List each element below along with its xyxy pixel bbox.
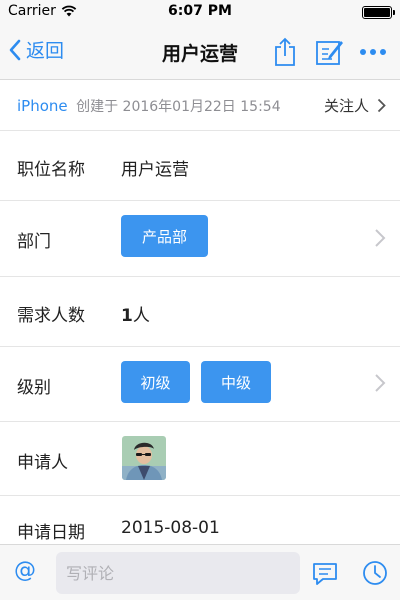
compose-button[interactable] xyxy=(314,36,344,68)
position-label: 职位名称 xyxy=(17,160,85,180)
creation-info-row: iPhone 创建于 2016年01月22日 15:54 关注人 xyxy=(0,80,400,131)
level-tag-junior[interactable]: 初级 xyxy=(121,361,190,403)
battery-fill xyxy=(364,8,390,17)
avatar-image xyxy=(122,436,166,480)
back-label: 返回 xyxy=(26,40,65,62)
nav-bar: 返回 用户运营 xyxy=(0,24,400,80)
created-timestamp: 创建于 2016年01月22日 15:54 xyxy=(76,99,281,115)
department-label: 部门 xyxy=(17,232,51,252)
chevron-right-icon xyxy=(375,229,386,247)
headcount-unit: 人 xyxy=(132,306,150,326)
more-button[interactable] xyxy=(358,36,388,68)
followers-button[interactable]: 关注人 xyxy=(324,95,386,116)
apply-date-value: 2015-08-01 xyxy=(121,518,220,538)
headcount-row: 需求人数 1人 xyxy=(0,277,400,347)
level-row[interactable]: 级别 初级 中级 xyxy=(0,347,400,422)
battery-nub xyxy=(393,10,395,15)
more-icon xyxy=(360,49,386,55)
comment-input[interactable] xyxy=(56,552,300,594)
status-time: 6:07 PM xyxy=(168,3,232,19)
battery-icon xyxy=(362,6,395,19)
apply-date-label: 申请日期 xyxy=(17,523,85,543)
position-row: 职位名称 用户运营 xyxy=(0,131,400,201)
mention-button[interactable]: @ xyxy=(14,558,36,583)
department-tag[interactable]: 产品部 xyxy=(121,215,208,257)
avatar[interactable] xyxy=(122,436,166,480)
share-button[interactable] xyxy=(270,36,300,68)
chevron-left-icon xyxy=(9,39,21,60)
compose-icon xyxy=(316,41,343,65)
level-tag-intermediate[interactable]: 中级 xyxy=(201,361,271,403)
nav-actions xyxy=(270,36,388,68)
chevron-right-icon xyxy=(375,374,386,392)
comments-icon[interactable] xyxy=(310,558,340,588)
comment-bar: @ xyxy=(0,544,400,600)
headcount-number: 1 xyxy=(121,306,133,326)
back-button[interactable]: 返回 xyxy=(8,36,64,63)
device-label: iPhone xyxy=(17,97,68,115)
share-icon xyxy=(275,37,295,66)
clock-icon[interactable] xyxy=(360,558,390,588)
chevron-right-icon xyxy=(377,98,386,113)
followers-label: 关注人 xyxy=(323,97,369,115)
level-label: 级别 xyxy=(17,378,51,398)
headcount-value: 1人 xyxy=(121,301,150,326)
position-value: 用户运营 xyxy=(121,160,189,180)
status-bar: Carrier 6:07 PM xyxy=(0,0,400,24)
headcount-label: 需求人数 xyxy=(17,306,85,326)
applicant-label: 申请人 xyxy=(17,453,68,473)
applicant-row: 申请人 xyxy=(0,422,400,496)
creation-info: iPhone 创建于 2016年01月22日 15:54 xyxy=(17,96,281,116)
department-row[interactable]: 部门 产品部 xyxy=(0,201,400,277)
